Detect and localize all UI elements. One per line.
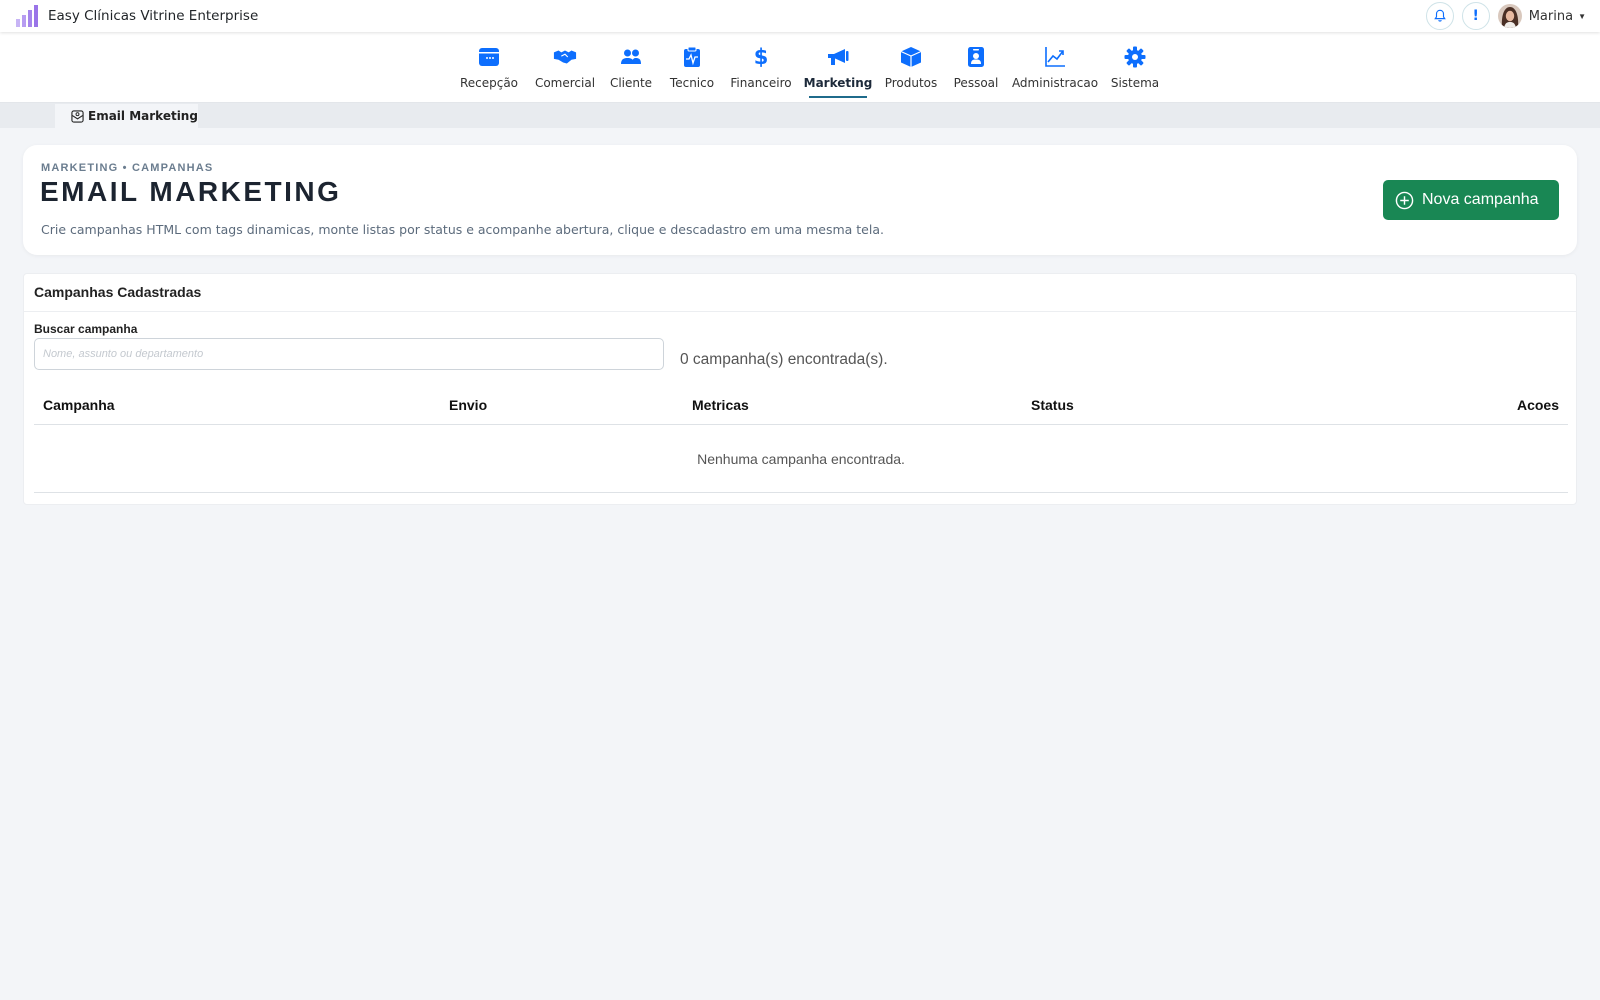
exclamation-icon: ! (1472, 8, 1479, 24)
nav-item-label: Cliente (609, 76, 653, 90)
table-header: Campanha Envio Metricas Status Acoes (34, 384, 1568, 425)
nav-item-sistema[interactable]: Sistema (1110, 32, 1160, 103)
empty-state-row: Nenhuma campanha encontrada. (34, 425, 1568, 493)
active-indicator (809, 96, 867, 98)
nav-item-marketing[interactable]: Marketing (804, 32, 872, 103)
nav-item-recepcao[interactable]: Recepção (458, 32, 520, 103)
bar-chart-logo-icon (16, 5, 38, 27)
nav-item-cliente[interactable]: Cliente (608, 32, 654, 103)
brand[interactable]: Easy Clínicas Vitrine Enterprise (16, 5, 258, 27)
empty-state-text: Nenhuma campanha encontrada. (697, 450, 905, 467)
clipboard-pulse-icon (680, 45, 704, 69)
app-title: Easy Clínicas Vitrine Enterprise (48, 8, 259, 24)
nav-item-produtos[interactable]: Produtos (885, 32, 937, 103)
tab-strip: Email Marketing (0, 103, 1600, 128)
nav-item-comercial[interactable]: Comercial (535, 32, 595, 103)
nav-item-financeiro[interactable]: $ Financeiro (730, 32, 792, 103)
column-header-envio[interactable]: Envio (449, 397, 487, 413)
campaigns-title: Campanhas Cadastradas (24, 274, 1576, 312)
column-header-campanha[interactable]: Campanha (43, 397, 115, 413)
page-description: Crie campanhas HTML com tags dinamicas, … (41, 222, 884, 237)
results-count: 0 campanha(s) encontrada(s). (680, 351, 888, 368)
nav-item-label: Recepção (459, 76, 519, 90)
campaigns-card: Campanhas Cadastradas Buscar campanha 0 … (23, 273, 1577, 505)
caret-down-icon[interactable]: ▼ (1578, 12, 1586, 21)
nav-item-label: Pessoal (953, 76, 999, 90)
user-photo-icon (1497, 4, 1522, 28)
bell-icon (1433, 9, 1446, 22)
column-header-status[interactable]: Status (1031, 397, 1074, 413)
search-label: Buscar campanha (34, 322, 138, 336)
new-campaign-label: Nova campanha (1422, 191, 1539, 208)
envelope-open-icon (71, 109, 84, 123)
nav-item-pessoal[interactable]: Pessoal (953, 32, 999, 103)
handshake-icon (553, 45, 577, 69)
user-name[interactable]: Marina (1529, 9, 1573, 24)
graph-up-icon (1043, 45, 1067, 69)
person-badge-icon (964, 45, 988, 69)
campaigns-table: Campanha Envio Metricas Status Acoes Nen… (34, 384, 1568, 493)
nav-item-label: Administracao (1011, 76, 1099, 90)
nav-item-label: Financeiro (730, 76, 792, 90)
column-header-acoes[interactable]: Acoes (1517, 397, 1559, 413)
module-nav: Recepção Comercial Cliente Tecnico $ Fin… (0, 32, 1600, 103)
alerts-button[interactable]: ! (1461, 2, 1490, 30)
window-icon (477, 45, 501, 69)
gear-icon (1123, 45, 1147, 69)
nav-item-tecnico[interactable]: Tecnico (669, 32, 715, 103)
top-right-actions: ! Marina ▼ (1425, 2, 1586, 30)
notifications-button[interactable] (1425, 2, 1454, 30)
avatar[interactable] (1497, 4, 1522, 28)
nav-item-label: Sistema (1110, 76, 1160, 90)
nav-item-administracao[interactable]: Administracao (1012, 32, 1098, 103)
dollar-icon: $ (753, 45, 769, 69)
column-header-metricas[interactable]: Metricas (692, 397, 749, 413)
box-icon (899, 45, 923, 69)
new-campaign-button[interactable]: Nova campanha (1383, 180, 1559, 220)
top-bar: Easy Clínicas Vitrine Enterprise ! Marin… (0, 0, 1600, 32)
tab-email-marketing[interactable]: Email Marketing (55, 104, 198, 128)
nav-item-label: Comercial (534, 76, 596, 90)
page-header-card: MARKETING • CAMPANHAS EMAIL MARKETING Cr… (23, 145, 1577, 255)
breadcrumb: MARKETING • CAMPANHAS (41, 162, 214, 174)
nav-item-label: Marketing (803, 76, 873, 90)
nav-item-label: Produtos (884, 76, 938, 90)
megaphone-icon (826, 45, 850, 69)
people-icon (619, 45, 643, 69)
nav-item-label: Tecnico (669, 76, 715, 90)
page-title: EMAIL MARKETING (40, 176, 342, 207)
search-input[interactable] (34, 338, 664, 370)
plus-circle-icon (1395, 191, 1414, 209)
tab-label: Email Marketing (88, 109, 198, 123)
